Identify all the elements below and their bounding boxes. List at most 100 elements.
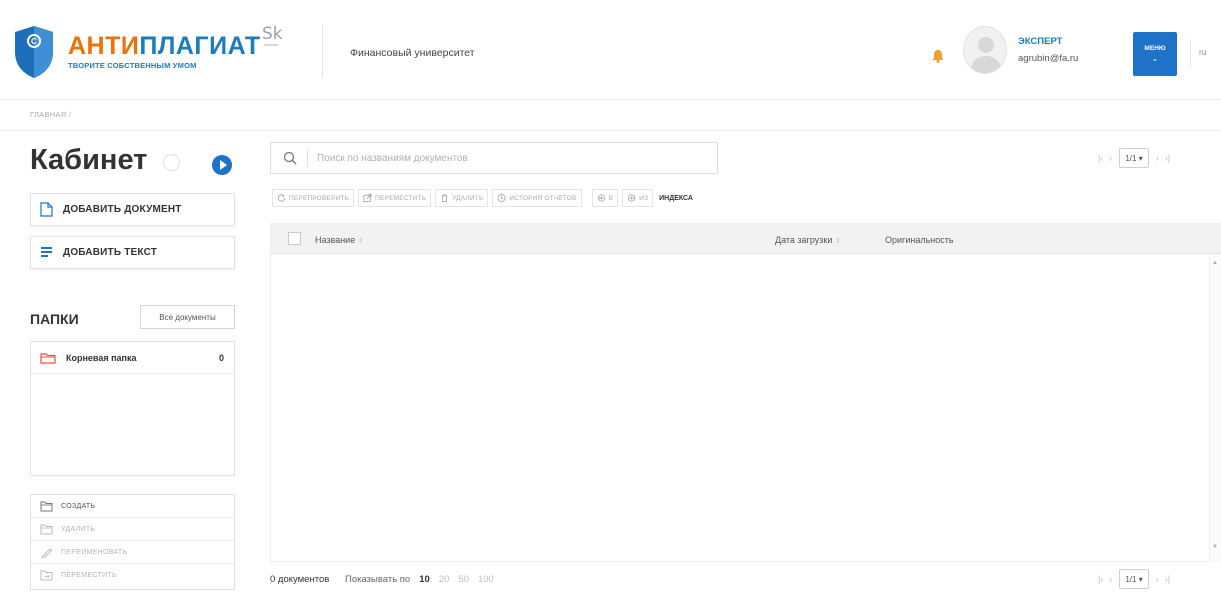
add-document-label: ДОБАВИТЬ ДОКУМЕНТ: [63, 204, 182, 215]
page-size-option[interactable]: 10: [419, 574, 430, 585]
report-history-label: ИСТОРИЯ ОТЧЕТОВ: [509, 194, 577, 202]
notification-bell-icon[interactable]: [932, 49, 944, 63]
create-folder-label: СОЗДАТЬ: [61, 502, 96, 510]
refresh-icon: [277, 194, 286, 202]
logo[interactable]: АНТИПЛАГИАТ ТВОРИТЕ СОБСТВЕННЫМ УМОМ: [68, 32, 261, 71]
page-size-selector: Показывать по 10 20 50 100: [345, 574, 494, 585]
delete-folder-label: УДАЛИТЬ: [61, 525, 96, 533]
svg-text:C: C: [31, 37, 37, 46]
delete-label: УДАЛИТЬ: [452, 194, 484, 202]
user-silhouette-icon: [970, 37, 1002, 73]
delete-button[interactable]: УДАЛИТЬ: [435, 189, 489, 207]
breadcrumb[interactable]: ГЛАВНАЯ /: [30, 110, 71, 119]
chevron-down-icon: ⌄: [1151, 54, 1159, 63]
page-select-value: 1/1: [1125, 153, 1137, 163]
pagination-top: |‹ ‹ 1/1 ▾ › ›|: [1095, 148, 1173, 168]
index-label: ИНДЕКСА: [659, 194, 693, 202]
header-divider: [322, 24, 323, 78]
move-folder-button[interactable]: ПЕРЕМЕСТИТЬ: [31, 564, 234, 587]
last-page-icon[interactable]: ›|: [1165, 574, 1170, 584]
rename-folder-button[interactable]: ПЕРЕИМЕНОВАТЬ: [31, 541, 234, 564]
column-header-name[interactable]: Название ⇕: [315, 235, 364, 245]
menu-button[interactable]: МЕНЮ ⌄: [1133, 32, 1177, 76]
folders-heading: ПАПКИ: [30, 311, 79, 327]
folder-name: Корневая папка: [66, 352, 137, 363]
rename-folder-label: ПЕРЕИМЕНОВАТЬ: [61, 548, 128, 556]
folder-item[interactable]: Корневая папка 0: [31, 342, 234, 374]
page-select-value: 1/1: [1125, 574, 1137, 584]
prev-page-icon[interactable]: ‹: [1109, 574, 1112, 584]
skolkovo-logo: Sk: [262, 24, 283, 44]
page-title: Кабинет: [30, 144, 148, 176]
top-header: C АНТИПЛАГИАТ ТВОРИТЕ СОБСТВЕННЫМ УМОМ S…: [0, 0, 1221, 100]
user-email: agrubin@fa.ru: [1018, 53, 1079, 64]
folder-icon: [40, 352, 56, 364]
table-header: [270, 223, 1221, 254]
trash-icon: [441, 193, 448, 203]
first-page-icon[interactable]: |‹: [1098, 153, 1103, 163]
play-video-icon[interactable]: [212, 155, 232, 175]
organization-name: Финансовый университет: [350, 47, 475, 59]
page-size-option[interactable]: 20: [439, 574, 450, 585]
language-divider: [1190, 39, 1191, 67]
logo-part1: АНТИ: [68, 32, 140, 60]
user-role[interactable]: ЭКСПЕРТ: [1018, 36, 1062, 47]
add-text-button[interactable]: ДОБАВИТЬ ТЕКСТ: [30, 236, 235, 269]
next-page-icon[interactable]: ›: [1156, 153, 1159, 163]
sort-icon: ⇕: [834, 238, 841, 245]
history-icon: [497, 193, 506, 203]
create-folder-button[interactable]: СОЗДАТЬ: [31, 495, 234, 518]
antiplagiat-shield-icon: C: [15, 26, 53, 78]
menu-label: МЕНЮ: [1144, 45, 1166, 52]
show-by-label: Показывать по: [345, 574, 411, 585]
column-header-originality[interactable]: Оригинальность: [885, 235, 954, 245]
user-avatar[interactable]: [963, 26, 1007, 74]
recheck-button[interactable]: ПЕРЕПРОВЕРИТЬ: [272, 189, 355, 207]
text-add-icon: [41, 247, 52, 257]
column-header-date[interactable]: Дата загрузки ⇕: [775, 235, 841, 245]
page-size-option[interactable]: 50: [458, 574, 469, 585]
search-separator: [307, 149, 308, 167]
page-select[interactable]: 1/1 ▾: [1119, 569, 1149, 589]
folder-add-icon: [40, 501, 53, 511]
delete-folder-button[interactable]: УДАЛИТЬ: [31, 518, 234, 541]
document-count: 0 документов: [270, 574, 330, 585]
sort-icon: ⇕: [357, 238, 364, 245]
move-icon: [363, 193, 372, 203]
add-to-index-button[interactable]: В: [591, 189, 619, 207]
page-select[interactable]: 1/1 ▾: [1119, 148, 1149, 168]
logo-part2: ПЛАГИАТ: [139, 32, 261, 60]
folder-actions: СОЗДАТЬ УДАЛИТЬ ПЕРЕИМЕНОВАТЬ ПЕРЕМЕСТИТ…: [30, 494, 235, 590]
last-page-icon[interactable]: ›|: [1165, 153, 1170, 163]
logo-tagline: ТВОРИТЕ СОБСТВЕННЫМ УМОМ: [68, 61, 197, 70]
page-size-option[interactable]: 100: [478, 574, 494, 585]
document-toolbar: ПЕРЕПРОВЕРИТЬ ПЕРЕМЕСТИТЬ УДАЛИТЬ ИСТОРИ…: [272, 189, 693, 207]
column-name-label: Название: [315, 235, 356, 245]
scrollbar[interactable]: [1209, 254, 1221, 562]
move-folder-label: ПЕРЕМЕСТИТЬ: [61, 572, 117, 579]
folder-move-icon: [40, 570, 53, 581]
help-icon[interactable]: [163, 154, 180, 171]
next-page-icon[interactable]: ›: [1156, 574, 1159, 584]
folder-count: 0: [218, 352, 224, 363]
scroll-down-icon[interactable]: ▼: [1212, 544, 1218, 550]
remove-from-index-button[interactable]: ИЗ: [622, 189, 654, 207]
pencil-icon: [41, 547, 53, 558]
report-history-button[interactable]: ИСТОРИЯ ОТЧЕТОВ: [492, 189, 582, 207]
document-table-body: [270, 254, 1221, 562]
first-page-icon[interactable]: |‹: [1098, 574, 1103, 584]
search-icon: [283, 151, 297, 165]
prev-page-icon[interactable]: ‹: [1109, 153, 1112, 163]
breadcrumb-divider: [0, 130, 1221, 131]
language-selector[interactable]: ru: [1199, 47, 1207, 57]
recheck-label: ПЕРЕПРОВЕРИТЬ: [289, 194, 350, 202]
add-to-index-label: В: [608, 194, 614, 202]
select-all-checkbox[interactable]: [288, 232, 301, 245]
document-add-icon: [40, 202, 53, 217]
add-document-button[interactable]: ДОБАВИТЬ ДОКУМЕНТ: [30, 193, 235, 226]
scroll-up-icon[interactable]: ▲: [1212, 260, 1218, 266]
document-search: [270, 142, 718, 174]
move-button[interactable]: ПЕРЕМЕСТИТЬ: [358, 189, 432, 207]
search-input[interactable]: [317, 152, 697, 164]
all-documents-button[interactable]: Все документы: [140, 305, 235, 329]
